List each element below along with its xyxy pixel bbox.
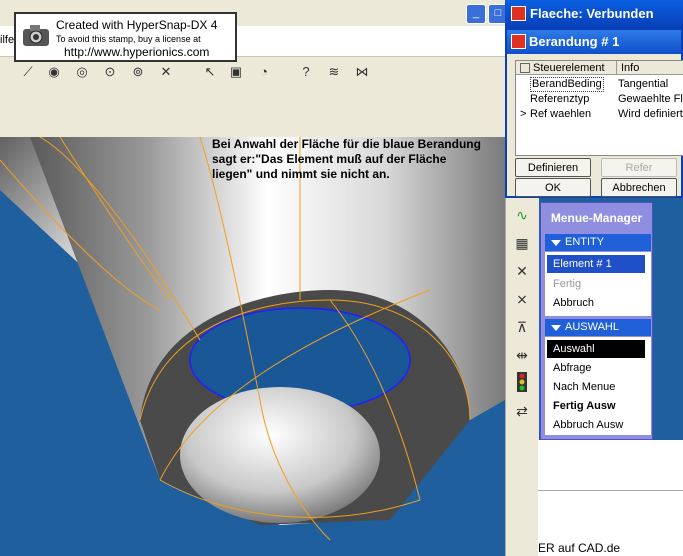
view-icon[interactable]: ⟋ (18, 62, 38, 82)
column-header-steuerelement[interactable]: Steuerelement (516, 61, 616, 75)
row-marker: > (520, 108, 527, 120)
element-table: Steuerelement Info BerandBeding Tangenti… (515, 60, 683, 156)
refer-button[interactable]: Refer (601, 158, 677, 177)
definieren-button[interactable]: Definieren (515, 158, 591, 177)
menue-manager-title[interactable]: Menue-Manager (541, 203, 652, 229)
info-panel (538, 440, 683, 556)
eye-icon[interactable]: ◎ (72, 62, 92, 82)
side-toolbar: ∿ ▦ ✕ ⨯ ⊼ ⇹ ⇄ (505, 198, 539, 556)
swap-icon[interactable]: ⇄ (511, 400, 533, 422)
menu-item-fertig-ausw[interactable]: Fertig Ausw (547, 397, 645, 415)
hypersnap-stamp: Created with HyperSnap-DX 4 To avoid thi… (14, 12, 237, 62)
menu-item-hilfe[interactable]: ilfe (0, 34, 14, 46)
cross-icon[interactable]: ⨯ (511, 288, 533, 310)
cross-icon[interactable]: ✕ (156, 62, 176, 82)
eye-icon[interactable]: ⊚ (128, 62, 148, 82)
layers-icon[interactable]: ≋ (324, 62, 344, 82)
minimize-button[interactable]: _ (466, 4, 486, 24)
curve-icon[interactable]: ∿ (511, 204, 533, 226)
row-element: BerandBeding (530, 77, 604, 92)
grid-icon[interactable]: ▦ (511, 232, 533, 254)
dialog-titlebar[interactable]: Berandung # 1 (507, 30, 681, 54)
auswahl-menu: Auswahl Abfrage Nach Menue Fertig Ausw A… (545, 337, 651, 435)
collapse-arrow-icon (551, 325, 561, 331)
collapse-arrow-icon (551, 240, 561, 246)
gauge-icon[interactable]: ◔ (254, 62, 274, 82)
bottom-text: ER auf CAD.de (538, 541, 621, 555)
eye-icon[interactable]: ⊙ (100, 62, 120, 82)
entity-header[interactable]: ENTITY (545, 234, 651, 251)
auswahl-header[interactable]: AUSWAHL (545, 319, 651, 336)
stamp-link[interactable]: http://www.hyperionics.com (64, 45, 209, 59)
row-element: Referenztyp (530, 93, 590, 105)
menu-item-element-1[interactable]: Element # 1 (547, 255, 645, 273)
select-box-icon[interactable]: ▣ (226, 62, 246, 82)
entity-menu: Element # 1 Fertig Abbruch (545, 252, 651, 316)
menu-item-abbruch[interactable]: Abbruch (547, 294, 645, 312)
model-render (0, 137, 505, 556)
secondary-toolbar (0, 89, 510, 138)
menu-item-fertig[interactable]: Fertig (547, 275, 645, 293)
3d-viewport[interactable] (0, 137, 505, 556)
ok-button[interactable]: OK (515, 178, 591, 197)
table-row[interactable]: > Ref waehlen Wird definiert (516, 107, 683, 122)
window-icon (511, 6, 526, 21)
window-icon (511, 34, 526, 49)
menu-item-auswahl[interactable]: Auswahl (547, 340, 645, 358)
cross-icon[interactable]: ✕ (511, 260, 533, 282)
arrow-select-icon[interactable]: ↖ (200, 62, 220, 82)
flaeche-title: Flaeche: Verbunden (530, 6, 654, 21)
measure-icon[interactable]: ⊼ (511, 316, 533, 338)
row-element: Ref waehlen (530, 108, 592, 120)
traffic-light-icon[interactable] (511, 372, 533, 394)
stamp-line1: Created with HyperSnap-DX 4 (56, 18, 218, 32)
dialog-title: Berandung # 1 (529, 34, 620, 49)
query-help-icon[interactable]: ? (296, 62, 316, 82)
row-info: Wird definiert (618, 108, 683, 120)
node-icon[interactable]: ⋈ (352, 62, 372, 82)
menu-item-nach-menue[interactable]: Nach Menue (547, 378, 645, 396)
table-row[interactable]: BerandBeding Tangential (516, 77, 683, 92)
berandung-dialog: Berandung # 1 Steuerelement Info BerandB… (505, 28, 683, 198)
row-info: Tangential (618, 78, 669, 90)
annotation-note: Bei Anwahl der Fläche für die blaue Bera… (212, 137, 481, 181)
column-header-info[interactable]: Info (616, 61, 683, 75)
abbrechen-button[interactable]: Abbrechen (601, 178, 677, 197)
camera-icon (23, 25, 49, 46)
menu-item-abfrage[interactable]: Abfrage (547, 359, 645, 377)
menu-item-abbruch-ausw[interactable]: Abbruch Ausw (547, 416, 645, 434)
stamp-line2: To avoid this stamp, buy a license at (56, 34, 201, 44)
table-row[interactable]: Referenztyp Gewaehlte Fla (516, 92, 683, 107)
flaeche-window-titlebar[interactable]: Flaeche: Verbunden (505, 0, 683, 28)
eye-icon[interactable]: ◉ (44, 62, 64, 82)
divider (538, 490, 683, 491)
menue-manager: Menue-Manager ENTITY Element # 1 Fertig … (540, 202, 653, 440)
align-icon[interactable]: ⇹ (511, 344, 533, 366)
row-info: Gewaehlte Fla (618, 93, 683, 105)
